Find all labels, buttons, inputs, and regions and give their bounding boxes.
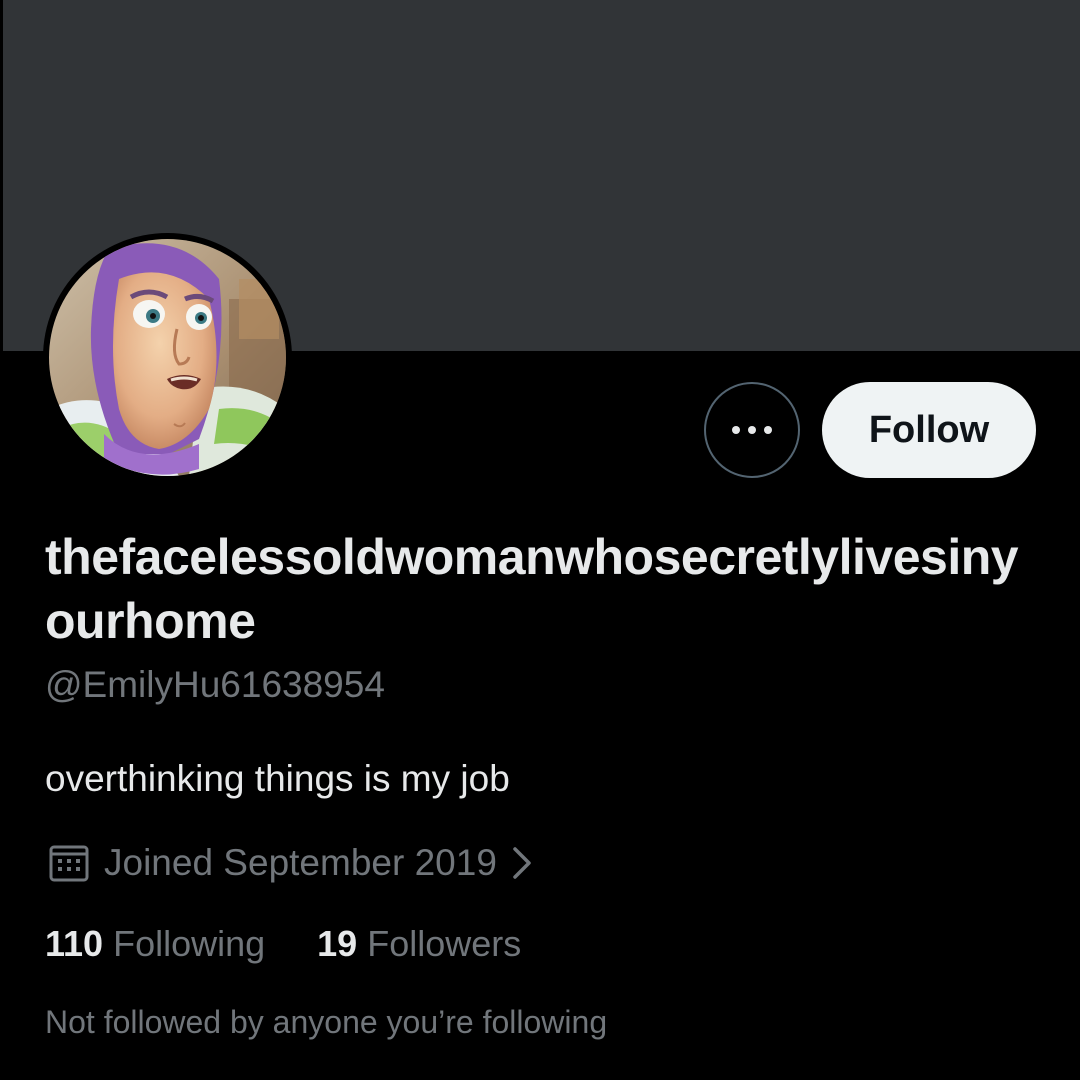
following-count: 110 xyxy=(45,923,104,964)
more-horizontal-icon xyxy=(732,426,740,434)
display-name: thefacelessoldwomanwhosecretlylivesinyou… xyxy=(45,529,1019,649)
chevron-right-icon xyxy=(513,847,531,879)
calendar-icon xyxy=(49,845,89,882)
profile-avatar[interactable] xyxy=(43,233,292,482)
following-label: Following xyxy=(113,923,266,964)
more-options-button[interactable] xyxy=(704,382,800,478)
avatar-image xyxy=(49,239,286,476)
following-link[interactable]: 110 Following xyxy=(45,921,265,967)
followers-link[interactable]: 19 Followers xyxy=(317,921,521,967)
user-handle: @EmilyHu61638954 xyxy=(45,664,385,705)
followers-count: 19 xyxy=(317,923,358,964)
followers-label: Followers xyxy=(367,923,522,964)
follow-stats: 110 Following 19 Followers xyxy=(45,921,521,967)
profile-page: Follow thefacelessoldwomanwhosecretlyliv… xyxy=(0,0,1080,1080)
more-horizontal-icon-dot-3 xyxy=(764,426,772,434)
user-bio: overthinking things is my job xyxy=(45,758,510,799)
mutual-followers-note: Not followed by anyone you’re following xyxy=(45,1004,608,1040)
joined-date: Joined September 2019 xyxy=(104,842,497,883)
joined-date-link[interactable]: Joined September 2019 xyxy=(48,838,535,888)
follow-button[interactable]: Follow xyxy=(822,382,1036,478)
more-horizontal-icon-dot-2 xyxy=(748,426,756,434)
